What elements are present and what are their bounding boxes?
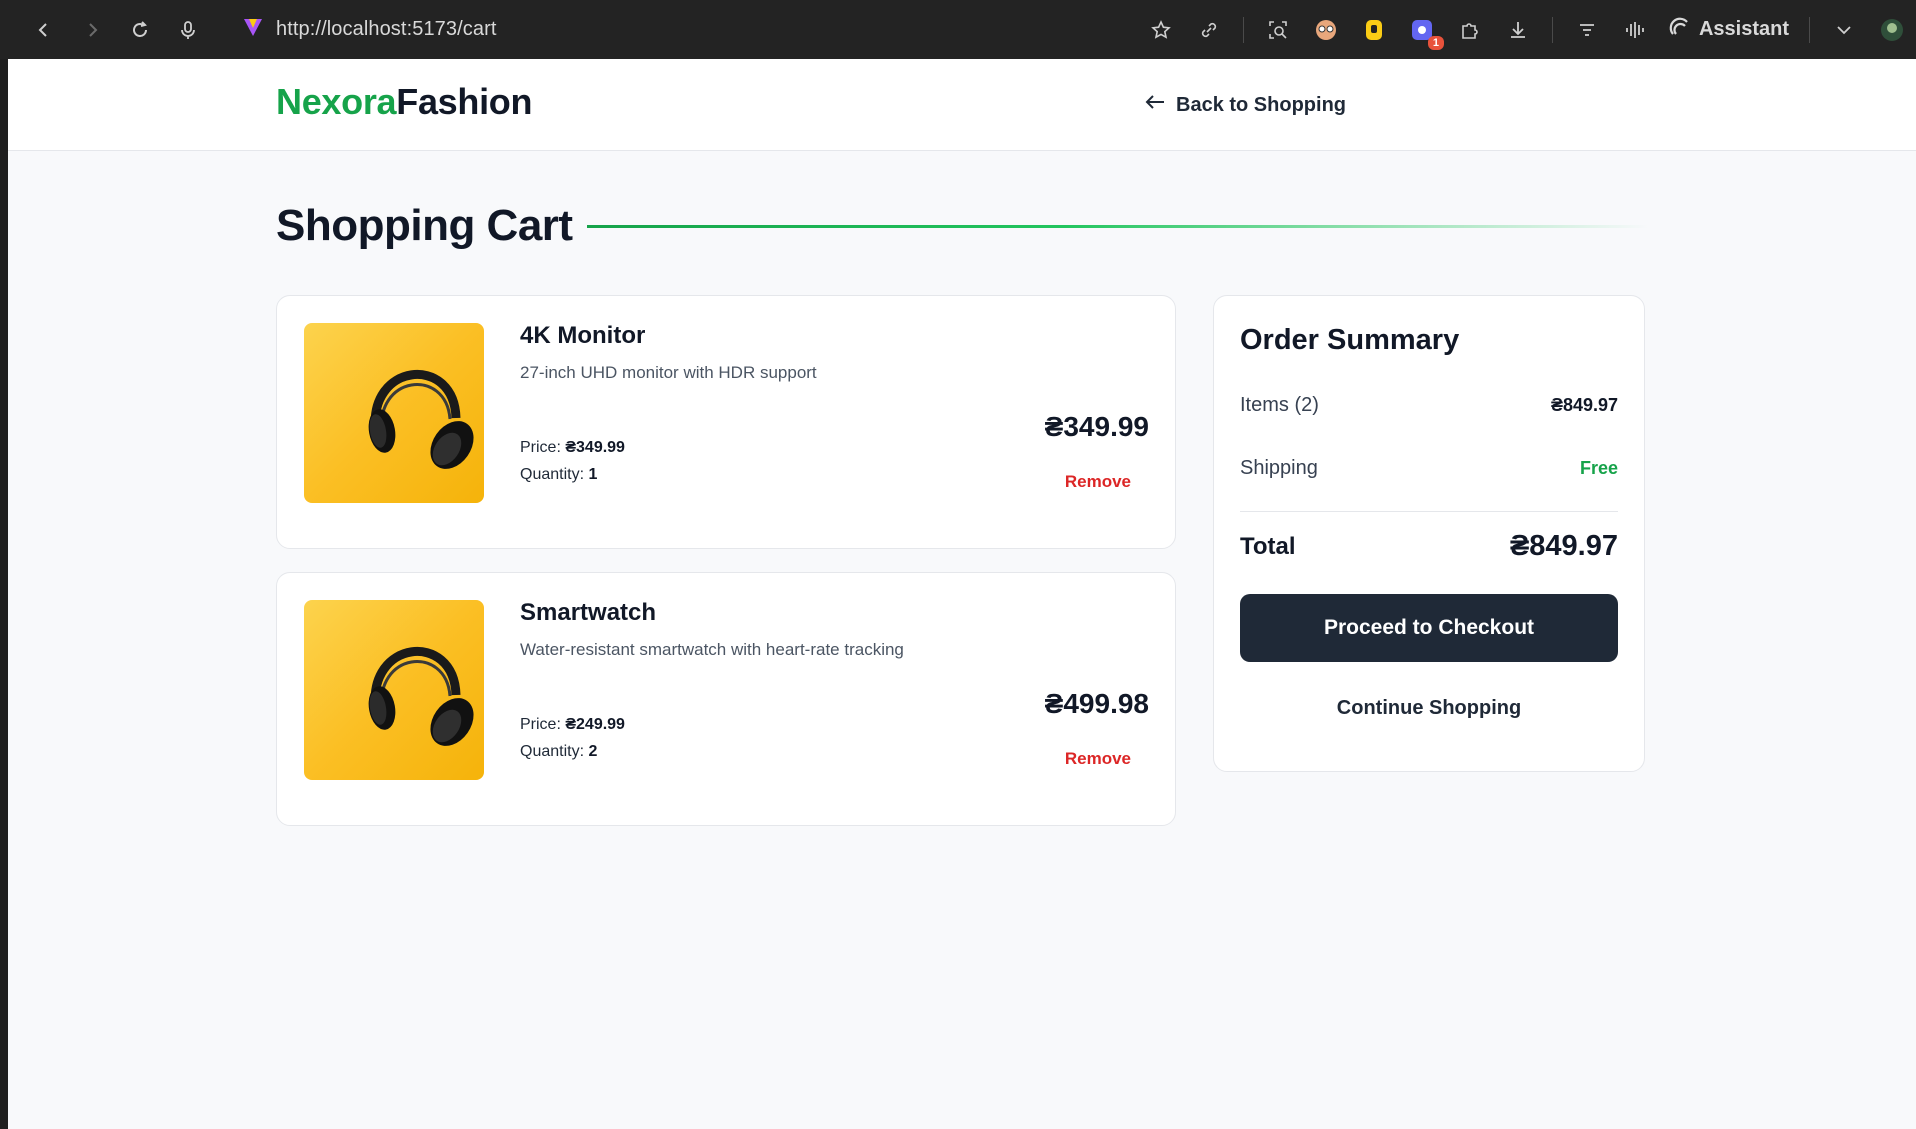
summary-total-label: Total bbox=[1240, 532, 1296, 560]
item-unit-price: ₴249.99 bbox=[565, 716, 625, 733]
quantity-label: Quantity: bbox=[520, 743, 589, 760]
puzzle-extensions-icon[interactable] bbox=[1456, 16, 1484, 44]
quantity-label: Quantity: bbox=[520, 466, 589, 483]
browser-toolbar: http://localhost:5173/cart 1 Assistant bbox=[0, 0, 1916, 59]
toolbar-right: 1 Assistant bbox=[1147, 0, 1906, 59]
price-label: Price: bbox=[520, 439, 566, 456]
item-meta: Price: ₴249.99 Quantity: 2 bbox=[520, 711, 625, 765]
page-title: Shopping Cart bbox=[276, 201, 573, 250]
continue-shopping-button[interactable]: Continue Shopping bbox=[1240, 686, 1618, 730]
item-total-price: ₴349.99 bbox=[1044, 411, 1149, 442]
reload-icon[interactable] bbox=[126, 16, 154, 44]
toolbar-separator bbox=[1809, 16, 1810, 43]
order-summary-title: Order Summary bbox=[1240, 324, 1460, 356]
extension-yellow-icon[interactable] bbox=[1360, 16, 1388, 44]
url-text[interactable]: http://localhost:5173/cart bbox=[276, 18, 497, 41]
summary-total-row: Total ₴849.97 bbox=[1240, 530, 1618, 563]
cart-item: Smartwatch Water-resistant smartwatch wi… bbox=[276, 572, 1176, 826]
assistant-label: Assistant bbox=[1698, 18, 1789, 40]
reading-list-icon[interactable] bbox=[1573, 16, 1601, 44]
item-name: Smartwatch bbox=[520, 599, 657, 626]
cart-item: 4K Monitor 27-inch UHD monitor with HDR … bbox=[276, 295, 1176, 549]
item-total-price: ₴499.98 bbox=[1044, 688, 1149, 719]
address-bar[interactable]: http://localhost:5173/cart bbox=[242, 12, 497, 48]
site-header: NexoraFashion Back to Shopping bbox=[8, 59, 1916, 151]
arrow-left-icon bbox=[1144, 93, 1166, 117]
remove-item-button[interactable]: Remove bbox=[1065, 749, 1131, 769]
nav-buttons bbox=[30, 16, 202, 44]
site-logo[interactable]: NexoraFashion bbox=[276, 81, 532, 123]
back-arrow-icon[interactable] bbox=[30, 16, 58, 44]
price-label: Price: bbox=[520, 716, 566, 733]
item-meta: Price: ₴349.99 Quantity: 1 bbox=[520, 434, 625, 488]
profile-avatar-icon[interactable] bbox=[1878, 16, 1906, 44]
item-quantity-line: Quantity: 2 bbox=[520, 738, 625, 765]
item-quantity-line: Quantity: 1 bbox=[520, 461, 625, 488]
site-favicon-icon bbox=[242, 16, 264, 43]
item-quantity: 2 bbox=[588, 743, 598, 760]
screenshot-search-icon[interactable] bbox=[1264, 16, 1292, 44]
summary-items-label: Items (2) bbox=[1240, 394, 1319, 416]
link-icon[interactable] bbox=[1195, 16, 1223, 44]
page-viewport: NexoraFashion Back to Shopping Shopping … bbox=[8, 59, 1916, 1129]
logo-part-nexora: Nexora bbox=[276, 81, 397, 122]
title-underline bbox=[586, 224, 1648, 228]
forward-arrow-icon[interactable] bbox=[78, 16, 106, 44]
toolbar-separator bbox=[1551, 16, 1553, 43]
summary-shipping-row: Shipping Free bbox=[1240, 457, 1618, 480]
item-unit-price: ₴349.99 bbox=[565, 439, 625, 456]
logo-part-fashion: Fashion bbox=[396, 81, 533, 122]
item-quantity: 1 bbox=[588, 466, 598, 483]
bookmark-star-icon[interactable] bbox=[1147, 16, 1175, 44]
item-price-line: Price: ₴249.99 bbox=[520, 711, 625, 738]
item-price-line: Price: ₴349.99 bbox=[520, 434, 625, 461]
product-image[interactable] bbox=[304, 323, 484, 503]
item-name: 4K Monitor bbox=[520, 322, 646, 349]
headphones-icon bbox=[368, 646, 474, 746]
microphone-icon[interactable] bbox=[174, 16, 202, 44]
assistant-icon bbox=[1669, 16, 1691, 44]
headphones-icon bbox=[368, 369, 474, 469]
page-title-row: Shopping Cart bbox=[276, 201, 1648, 251]
proceed-to-checkout-button[interactable]: Proceed to Checkout bbox=[1240, 594, 1618, 662]
summary-shipping-label: Shipping bbox=[1240, 457, 1318, 479]
item-description: Water-resistant smartwatch with heart-ra… bbox=[520, 640, 904, 659]
order-summary-card: Order Summary Items (2) ₴849.97 Shipping… bbox=[1213, 295, 1645, 772]
download-icon[interactable] bbox=[1504, 16, 1532, 44]
summary-items-value: ₴849.97 bbox=[1550, 395, 1618, 415]
assistant-button[interactable]: Assistant bbox=[1669, 16, 1789, 44]
audio-wave-icon[interactable] bbox=[1621, 16, 1649, 44]
chevron-down-icon[interactable] bbox=[1830, 16, 1858, 44]
extension-face-icon[interactable] bbox=[1312, 16, 1340, 44]
summary-divider bbox=[1240, 511, 1618, 512]
summary-shipping-value: Free bbox=[1579, 458, 1618, 478]
summary-total-value: ₴849.97 bbox=[1509, 530, 1618, 562]
item-description: 27-inch UHD monitor with HDR support bbox=[520, 363, 817, 382]
remove-item-button[interactable]: Remove bbox=[1065, 472, 1131, 492]
extension-badge-count: 1 bbox=[1427, 35, 1444, 50]
toolbar-separator bbox=[1242, 16, 1244, 43]
cart-items-list: 4K Monitor 27-inch UHD monitor with HDR … bbox=[276, 295, 1176, 849]
product-image[interactable] bbox=[304, 600, 484, 780]
back-to-shopping-label: Back to Shopping bbox=[1176, 93, 1346, 116]
summary-items-row: Items (2) ₴849.97 bbox=[1240, 394, 1618, 417]
extension-badge-icon[interactable]: 1 bbox=[1408, 16, 1444, 50]
back-to-shopping-link[interactable]: Back to Shopping bbox=[1144, 93, 1346, 117]
